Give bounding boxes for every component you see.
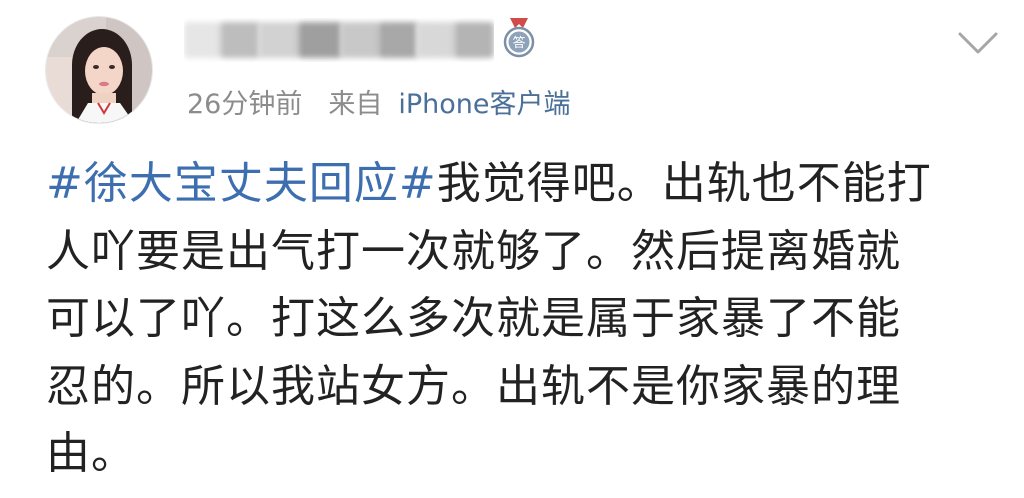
post-content: #徐大宝丈夫回应#我觉得吧。出轨也不能打 人吖要是出气打一次就够了。然后提离婚就… (46, 150, 966, 488)
avatar[interactable] (45, 16, 153, 124)
post-time: 26分钟前 (187, 89, 303, 120)
device-link[interactable]: iPhone客户端 (398, 89, 570, 120)
content-line-1: #徐大宝丈夫回应#我觉得吧。出轨也不能打 (46, 150, 966, 218)
chevron-down-icon[interactable] (956, 28, 1000, 58)
content-text: 我觉得吧。出轨也不能打 (436, 158, 932, 209)
content-line-3: 可以了吖。打这么多次就是属于家暴了不能 (46, 293, 901, 344)
source-prefix: 来自 (328, 89, 383, 120)
weibo-post: 答 26分钟前 来自 iPhone客户端 #徐大宝丈夫回应#我觉得吧。出轨也不能打 … (0, 0, 1024, 498)
post-meta: 26分钟前 来自 iPhone客户端 (187, 88, 571, 122)
content-line-5: 由。 (46, 428, 136, 479)
medal-badge-icon: 答 (502, 18, 536, 58)
content-line-4: 忍的。所以我站女方。出轨不是你家暴的理 (46, 360, 901, 412)
svg-text:答: 答 (512, 35, 525, 51)
avatar-image (46, 17, 152, 123)
username-blurred[interactable] (184, 18, 494, 62)
hashtag-link[interactable]: #徐大宝丈夫回应# (46, 158, 437, 209)
content-line-2: 人吖要是出气打一次就够了。然后提离婚就 (46, 225, 901, 277)
